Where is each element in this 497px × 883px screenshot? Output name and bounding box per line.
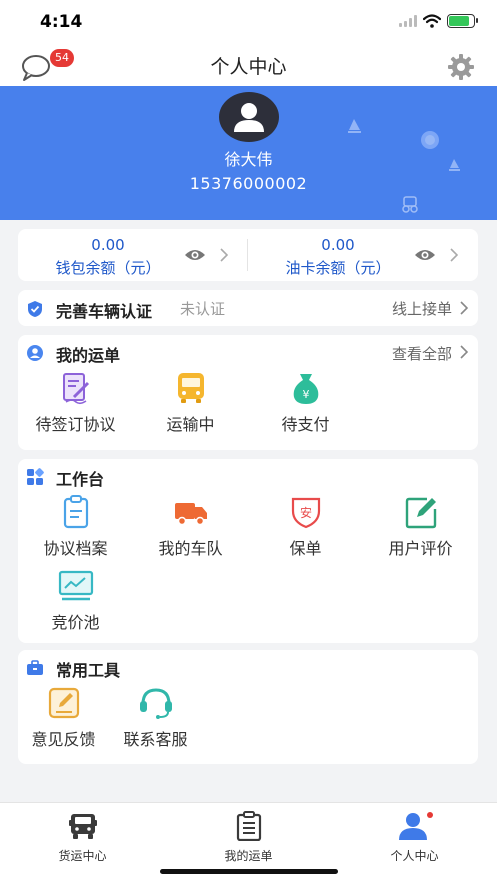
orders-title: 我的运单 bbox=[56, 346, 121, 365]
fuel-card-balance-label: 油卡余额（元） bbox=[285, 259, 391, 277]
signal-icon bbox=[399, 15, 417, 27]
work-user-reviews[interactable]: 用户评价 bbox=[363, 495, 478, 559]
work-contract-archive[interactable]: 协议档案 bbox=[18, 495, 133, 559]
sign-contract-icon bbox=[62, 373, 89, 405]
tab-personal-center-label: 个人中心 bbox=[390, 849, 439, 863]
workbench-card: 工作台 协议档案 我的车队 安 保单 用户评价 竞价池 bbox=[18, 459, 478, 643]
workbench-title: 工作台 bbox=[56, 470, 105, 489]
tab-freight-center-label: 货运中心 bbox=[58, 849, 107, 863]
apps-grid-icon bbox=[27, 468, 44, 485]
insurance-icon: 安 bbox=[291, 497, 320, 529]
work-bidding-pool-label: 竞价池 bbox=[51, 613, 100, 632]
user-silhouette-icon bbox=[234, 103, 264, 132]
chevron-right-icon bbox=[450, 248, 458, 262]
tools-card: 常用工具 意见反馈 联系客服 bbox=[18, 650, 478, 764]
svg-text:¥: ¥ bbox=[302, 388, 309, 401]
view-all-link[interactable]: 查看全部 bbox=[392, 343, 452, 364]
chevron-right-icon bbox=[460, 345, 468, 359]
status-icons bbox=[399, 14, 478, 28]
eye-icon[interactable] bbox=[414, 248, 436, 262]
user-phone: 15376000002 bbox=[189, 174, 308, 193]
edit-icon bbox=[405, 497, 436, 529]
clipboard-list-icon bbox=[236, 811, 261, 842]
order-pending-sign[interactable]: 待签订协议 bbox=[18, 371, 133, 435]
work-contract-archive-label: 协议档案 bbox=[43, 539, 108, 558]
shield-check-icon bbox=[28, 301, 42, 317]
work-user-reviews-label: 用户评价 bbox=[388, 539, 453, 558]
work-insurance-label: 保单 bbox=[289, 539, 322, 558]
status-time: 4:14 bbox=[40, 12, 83, 32]
order-pending-payment[interactable]: ¥ 待支付 bbox=[248, 371, 363, 435]
money-bag-icon: ¥ bbox=[293, 374, 318, 404]
work-insurance[interactable]: 安 保单 bbox=[248, 495, 363, 559]
gear-icon bbox=[448, 54, 474, 80]
work-bidding-pool[interactable]: 竞价池 bbox=[18, 569, 133, 633]
person-icon bbox=[398, 812, 433, 840]
order-in-transit-label: 运输中 bbox=[166, 415, 215, 434]
work-my-fleet[interactable]: 我的车队 bbox=[133, 495, 248, 559]
wallet-balance-value: 0.00 bbox=[91, 236, 125, 254]
tab-personal-center[interactable]: 个人中心 bbox=[332, 811, 497, 864]
settings-button[interactable] bbox=[447, 53, 475, 81]
toolbox-icon bbox=[27, 660, 43, 675]
vehicle-verify-row[interactable]: 完善车辆认证 未认证 线上接单 bbox=[18, 290, 478, 326]
profile-banner: 徐大伟 15376000002 bbox=[0, 86, 497, 220]
tools-title: 常用工具 bbox=[56, 661, 121, 680]
decor-vehicle-icon bbox=[402, 196, 418, 213]
eye-icon[interactable] bbox=[184, 248, 206, 262]
tab-my-orders-label: 我的运单 bbox=[224, 849, 273, 863]
user-name: 徐大伟 bbox=[224, 150, 273, 169]
tool-contact-support-label: 联系客服 bbox=[123, 730, 188, 749]
work-my-fleet-label: 我的车队 bbox=[158, 539, 223, 558]
balance-card: 0.00 钱包余额（元） 0.00 油卡余额（元） bbox=[18, 229, 478, 281]
home-indicator bbox=[160, 869, 338, 874]
wallet-balance-item[interactable]: 0.00 钱包余额（元） bbox=[18, 229, 247, 281]
verify-status: 未认证 bbox=[180, 300, 226, 318]
chevron-right-icon bbox=[460, 301, 468, 315]
battery-icon bbox=[447, 14, 478, 28]
nav-bar: 54 个人中心 bbox=[0, 46, 497, 86]
truck-icon bbox=[174, 503, 207, 526]
person-circle-icon bbox=[27, 345, 43, 361]
chevron-right-icon bbox=[220, 248, 228, 262]
fuel-card-balance-item[interactable]: 0.00 油卡余额（元） bbox=[248, 229, 477, 281]
bus-icon bbox=[177, 373, 204, 403]
avatar[interactable] bbox=[219, 92, 279, 142]
order-in-transit[interactable]: 运输中 bbox=[133, 371, 248, 435]
truck-front-icon bbox=[68, 814, 97, 839]
chart-icon bbox=[58, 570, 93, 601]
order-pending-sign-label: 待签订协议 bbox=[35, 415, 116, 434]
verify-title: 完善车辆认证 bbox=[56, 302, 153, 321]
my-orders-card: 我的运单 查看全部 待签订协议 运输中 ¥ 待支付 bbox=[18, 335, 478, 450]
decor-sailboat-icon bbox=[348, 119, 361, 133]
feedback-icon bbox=[48, 687, 79, 719]
tool-contact-support[interactable]: 联系客服 bbox=[98, 686, 213, 750]
tab-freight-center[interactable]: 货运中心 bbox=[0, 811, 165, 864]
order-pending-payment-label: 待支付 bbox=[281, 415, 330, 434]
online-order-link[interactable]: 线上接单 bbox=[392, 298, 452, 319]
clipboard-icon bbox=[63, 495, 88, 529]
svg-text:安: 安 bbox=[299, 505, 311, 520]
page-title: 个人中心 bbox=[210, 56, 287, 78]
status-bar: 4:14 bbox=[0, 0, 497, 46]
wifi-icon bbox=[423, 14, 441, 28]
headset-icon bbox=[139, 688, 172, 719]
wallet-balance-label: 钱包余额（元） bbox=[55, 259, 161, 277]
tab-my-orders[interactable]: 我的运单 bbox=[166, 811, 331, 864]
fuel-card-balance-value: 0.00 bbox=[321, 236, 355, 254]
